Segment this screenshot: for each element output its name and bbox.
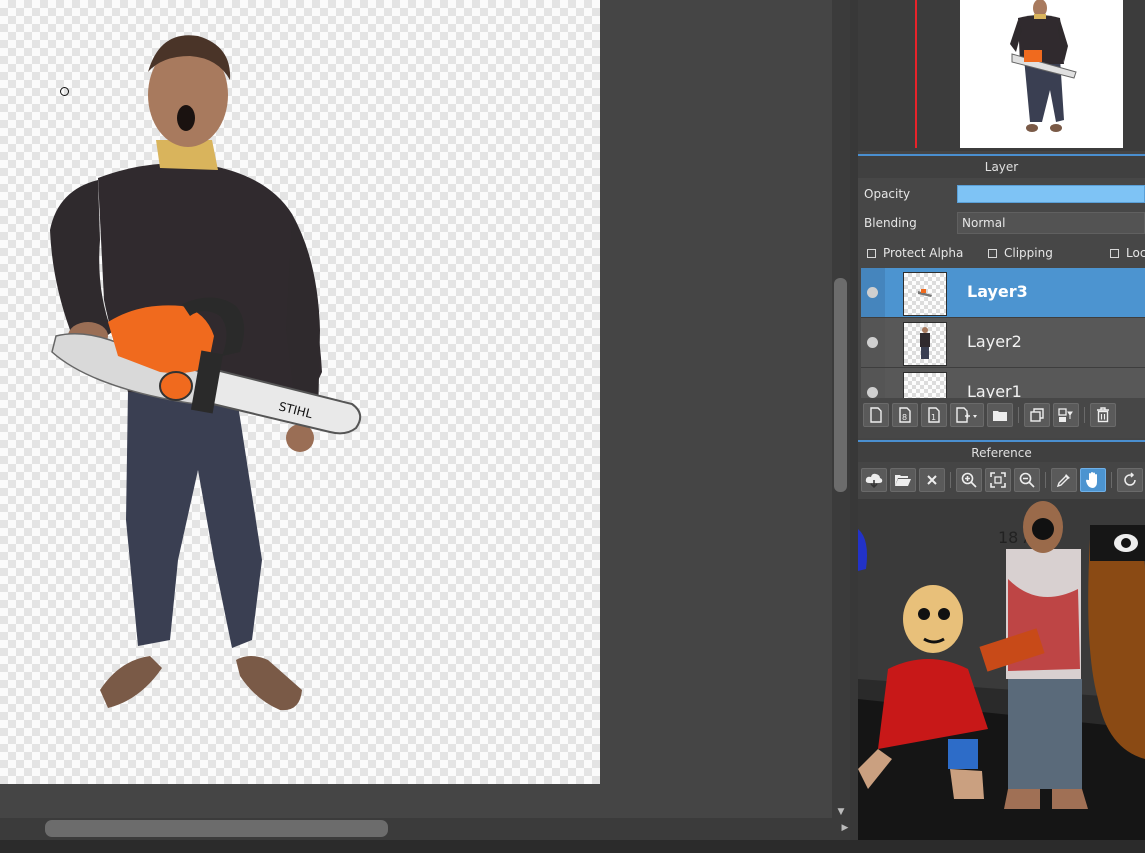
scroll-right-icon[interactable]: ▶ — [840, 823, 850, 835]
lock-label: Loc — [1126, 246, 1145, 260]
toolbar-separator — [1018, 407, 1019, 423]
vertical-scrollbar[interactable]: ▼ — [832, 0, 850, 818]
hand-icon[interactable] — [1080, 468, 1106, 492]
protect-alpha-label: Protect Alpha — [883, 246, 964, 260]
canvas-document[interactable]: STIHL — [0, 0, 600, 784]
eye-icon — [867, 387, 878, 398]
new-folder-icon[interactable] — [987, 403, 1013, 427]
layer-name[interactable]: Layer3 — [967, 282, 1028, 301]
horizontal-scroll-thumb[interactable] — [45, 820, 388, 837]
layer-row-layer2[interactable]: Layer2 — [861, 318, 1145, 368]
clipping-label: Clipping — [1004, 246, 1053, 260]
layer-panel: Opacity Blending Normal Protect Alpha Cl… — [858, 178, 1145, 438]
layer-row-layer3[interactable]: Layer3 — [861, 268, 1145, 318]
layer-toolbar: 8 1 — [863, 403, 1116, 427]
svg-text:1: 1 — [931, 413, 936, 422]
canvas-area[interactable]: STIHL — [0, 0, 832, 818]
scroll-down-icon[interactable]: ▼ — [835, 806, 847, 818]
eye-icon — [867, 337, 878, 348]
load-icon[interactable] — [861, 468, 887, 492]
close-icon[interactable] — [919, 468, 945, 492]
reference-toolbar — [861, 468, 1143, 492]
layer-panel-header: Layer — [858, 154, 1145, 178]
horizontal-scrollbar[interactable]: ▶ — [0, 818, 850, 840]
layer-thumbnail — [903, 372, 947, 398]
navigator-panel[interactable] — [858, 0, 1145, 151]
layer-name[interactable]: Layer1 — [967, 382, 1022, 398]
toolbar-separator — [1084, 407, 1085, 423]
protect-alpha-checkbox[interactable]: Protect Alpha — [867, 246, 963, 260]
fit-icon[interactable] — [985, 468, 1011, 492]
new-1bit-layer-icon[interactable]: 1 — [921, 403, 947, 427]
blending-select[interactable]: Normal — [957, 212, 1145, 234]
artwork-person-with-chainsaw: STIHL — [50, 35, 362, 711]
add-layer-menu-icon[interactable] — [950, 403, 984, 427]
visibility-toggle[interactable] — [861, 368, 885, 398]
panel-splitter[interactable] — [850, 0, 858, 840]
status-bar — [0, 840, 1145, 853]
zoom-out-icon[interactable] — [1014, 468, 1040, 492]
checkbox-icon — [867, 248, 876, 258]
zoom-in-icon[interactable] — [956, 468, 982, 492]
toolbar-separator — [950, 472, 951, 488]
blending-label: Blending — [864, 216, 917, 230]
toolbar-separator — [1111, 472, 1112, 488]
layer-list[interactable]: Layer3 Layer2 Layer1 — [861, 268, 1145, 398]
svg-text:8: 8 — [902, 413, 907, 422]
brush-cursor — [60, 87, 69, 96]
reference-image[interactable]: 18 A — [858, 499, 1145, 840]
opacity-label: Opacity — [864, 187, 911, 201]
navigator-marker — [915, 0, 917, 148]
lock-checkbox[interactable]: Loc — [1110, 246, 1145, 260]
open-folder-icon[interactable] — [890, 468, 916, 492]
layer-thumbnail — [903, 272, 947, 316]
opacity-slider[interactable] — [957, 185, 1145, 203]
checkbox-icon — [988, 248, 997, 258]
checkbox-icon — [1110, 248, 1119, 258]
eyedropper-icon[interactable] — [1051, 468, 1077, 492]
layer-row-layer1[interactable]: Layer1 — [861, 368, 1145, 398]
layer-name[interactable]: Layer2 — [967, 332, 1022, 351]
visibility-toggle[interactable] — [861, 268, 885, 317]
reference-panel-header: Reference — [858, 440, 1145, 464]
delete-layer-icon[interactable] — [1090, 403, 1116, 427]
visibility-toggle[interactable] — [861, 318, 885, 367]
new-8bit-layer-icon[interactable]: 8 — [892, 403, 918, 427]
toolbar-separator — [1045, 472, 1046, 488]
layer-thumbnail — [903, 322, 947, 366]
merge-down-icon[interactable] — [1053, 403, 1079, 427]
rotate-icon[interactable] — [1117, 468, 1143, 492]
clipping-checkbox[interactable]: Clipping — [988, 246, 1053, 260]
vertical-scroll-thumb[interactable] — [834, 278, 847, 492]
reference-panel: 18 A — [858, 462, 1145, 840]
duplicate-layer-icon[interactable] — [1024, 403, 1050, 427]
eye-icon — [867, 287, 878, 298]
navigator-preview[interactable] — [960, 0, 1123, 148]
new-layer-icon[interactable] — [863, 403, 889, 427]
